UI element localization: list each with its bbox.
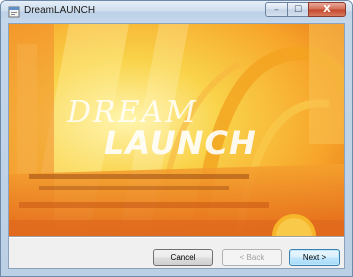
title-bar[interactable]: DreamLAUNCH – ☐ X: [1, 1, 352, 23]
window-title: DreamLAUNCH: [24, 5, 96, 16]
banner-graphic: DREAM LAUNCH: [9, 24, 344, 236]
cancel-button[interactable]: Cancel: [153, 249, 213, 266]
separator-highlight: [9, 237, 344, 238]
minimize-icon: –: [274, 4, 279, 15]
maximize-icon: ☐: [293, 4, 303, 15]
banner-image: DREAM LAUNCH: [9, 24, 344, 236]
close-icon: X: [323, 4, 331, 15]
maximize-button[interactable]: ☐: [287, 2, 308, 17]
app-icon: [8, 6, 20, 18]
minimize-button[interactable]: –: [265, 2, 287, 17]
banner-logo-launch: LAUNCH: [104, 124, 257, 162]
close-button[interactable]: X: [308, 2, 346, 17]
caption-buttons: – ☐ X: [265, 2, 346, 18]
back-button[interactable]: < Back: [222, 249, 282, 266]
wizard-client-area: DREAM LAUNCH Cancel < Back Next >: [8, 23, 345, 269]
next-button[interactable]: Next >: [289, 249, 340, 266]
wizard-window: DreamLAUNCH – ☐ X DREAM LAUNCH Cancel < …: [0, 0, 353, 277]
